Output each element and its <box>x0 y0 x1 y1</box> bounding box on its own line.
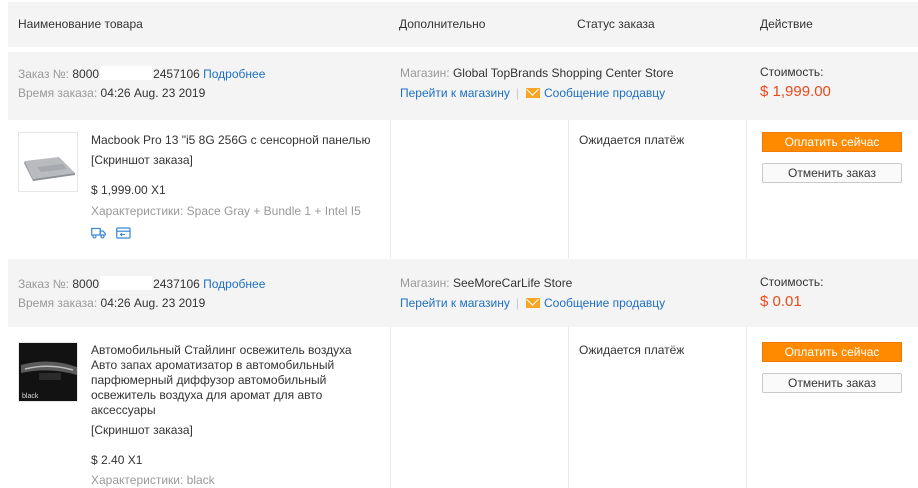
pay-now-button[interactable]: Оплатить сейчас <box>762 132 902 152</box>
cost-label: Стоимость: <box>760 275 824 289</box>
order-status: Ожидается платёж <box>579 343 685 357</box>
col-status-header: Статус заказа <box>577 17 655 31</box>
shipping-truck-icon[interactable] <box>91 227 106 239</box>
order-number-end: 2457106 <box>153 67 200 81</box>
order-cost: $ 1,999.00 <box>760 83 831 100</box>
order-details-link[interactable]: Подробнее <box>203 67 265 81</box>
order-body: Macbook Pro 13 "i5 8G 256G с сенсорной п… <box>8 120 918 258</box>
order-time-value: 04:26 Aug. 23 2019 <box>100 296 206 310</box>
pay-now-button[interactable]: Оплатить сейчас <box>762 342 902 362</box>
product-name[interactable]: Macbook Pro 13 "i5 8G 256G с сенсорной п… <box>91 133 391 148</box>
message-seller-link[interactable]: Сообщение продавцу <box>544 86 665 100</box>
product-price-qty: $ 1,999.00 X1 <box>91 183 166 197</box>
col-action-header: Действие <box>760 17 813 31</box>
go-to-store-link[interactable]: Перейти к магазину <box>400 86 510 100</box>
store-label: Магазин: <box>400 66 450 80</box>
product-price-qty: $ 2.40 X1 <box>91 453 143 467</box>
col-product-header: Наименование товара <box>18 17 143 31</box>
order-body: black Автомобильный Стайлинг освежитель … <box>8 327 918 488</box>
orders-table-header: Наименование товара Дополнительно Статус… <box>8 2 918 47</box>
store-name: SeeMoreCarLife Store <box>452 276 573 290</box>
product-name[interactable]: Автомобильный Стайлинг освежитель воздух… <box>91 343 376 418</box>
go-to-store-link[interactable]: Перейти к магазину <box>400 296 510 310</box>
order-number-mask <box>100 276 153 290</box>
order-screenshot-link[interactable]: [Скриншот заказа] <box>91 153 193 167</box>
store-name: Global TopBrands Shopping Center Store <box>452 66 674 80</box>
air-freshener-image: black <box>19 343 77 401</box>
envelope-icon <box>526 298 540 308</box>
order-number-start: 8000 <box>72 67 100 81</box>
order-time-value: 04:26 Aug. 23 2019 <box>100 86 206 100</box>
product-thumbnail-laptop[interactable] <box>18 132 78 192</box>
card-payment-icon[interactable] <box>116 227 131 239</box>
product-attributes: Характеристики: black <box>91 473 215 487</box>
order-screenshot-link[interactable]: [Скриншот заказа] <box>91 423 193 437</box>
laptop-image <box>19 133 77 191</box>
store-label: Магазин: <box>400 276 450 290</box>
order-status: Ожидается платёж <box>579 133 685 147</box>
order-number-start: 8000 <box>72 277 100 291</box>
link-divider: | <box>515 296 519 310</box>
message-seller-link[interactable]: Сообщение продавцу <box>544 296 665 310</box>
order-time-label: Время заказа: <box>18 86 98 100</box>
product-thumbnail-freshener[interactable]: black <box>18 342 78 402</box>
order-cost: $ 0.01 <box>760 293 802 310</box>
thumb-label: black <box>22 393 39 400</box>
order-number-label: Заказ №: <box>18 67 70 81</box>
order-details-link[interactable]: Подробнее <box>203 277 265 291</box>
col-extra-header: Дополнительно <box>399 17 486 31</box>
order-header: Заказ №: 8000 2457106 Подробнее Время зак… <box>8 52 918 120</box>
link-divider: | <box>515 86 519 100</box>
order-header: Заказ №: 8000 2437106 Подробнее Время зак… <box>8 259 918 327</box>
order-time-label: Время заказа: <box>18 296 98 310</box>
cancel-order-button[interactable]: Отменить заказ <box>762 373 902 393</box>
cost-label: Стоимость: <box>760 65 824 79</box>
product-attributes: Характеристики: Space Gray + Bundle 1 + … <box>91 204 361 218</box>
order-number-mask <box>100 66 153 80</box>
order-number-label: Заказ №: <box>18 277 70 291</box>
order-number-end: 2437106 <box>153 277 200 291</box>
envelope-icon <box>526 88 540 98</box>
cancel-order-button[interactable]: Отменить заказ <box>762 163 902 183</box>
